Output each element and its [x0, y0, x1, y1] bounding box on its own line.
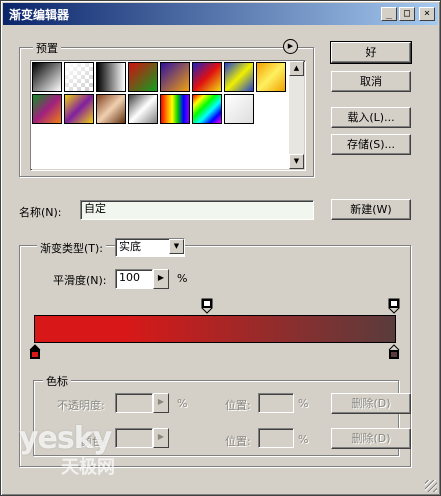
opacity-label: 不透明度:: [57, 397, 105, 413]
preset-swatch[interactable]: [128, 94, 158, 124]
opacity-location-label: 位置:: [225, 397, 251, 413]
delete-opacity-stop-button[interactable]: 删除(D): [331, 393, 411, 414]
preset-swatch[interactable]: [32, 62, 62, 92]
preset-swatch[interactable]: [128, 62, 158, 92]
color-arrow-icon[interactable]: ▶: [153, 428, 169, 448]
gradient-type-label: 渐变类型(T):: [37, 240, 107, 256]
opacity-unit: %: [177, 397, 188, 410]
smoothness-slider-arrow-icon[interactable]: ▶: [153, 269, 169, 289]
color-location-input[interactable]: [258, 428, 294, 448]
preset-swatch[interactable]: [160, 94, 190, 124]
preset-swatch[interactable]: [160, 62, 190, 92]
gradient-editor-window: 渐变编辑器 _ □ × 预置 ▶ ▲ ▼ 好 取消 载入(L)... 存储(S)…: [0, 0, 441, 496]
opacity-location-unit: %: [298, 397, 309, 410]
ok-button[interactable]: 好: [330, 41, 412, 64]
minimize-button[interactable]: _: [381, 7, 397, 21]
name-field[interactable]: 自定: [80, 200, 314, 220]
preset-swatch[interactable]: [256, 62, 286, 92]
name-label: 名称(N):: [19, 204, 62, 220]
title-bar[interactable]: 渐变编辑器 _ □ ×: [3, 3, 438, 25]
presets-label: 预置: [33, 40, 61, 56]
preset-swatch[interactable]: [96, 62, 126, 92]
save-button[interactable]: 存储(S)...: [331, 134, 411, 155]
color-location-label: 位置:: [225, 433, 251, 449]
preset-swatch[interactable]: [224, 94, 254, 124]
close-button[interactable]: ×: [419, 7, 435, 21]
preset-swatch[interactable]: [224, 62, 254, 92]
cancel-button[interactable]: 取消: [331, 71, 411, 92]
preset-swatch[interactable]: [64, 94, 94, 124]
gradient-type-value: 实底: [119, 240, 141, 253]
preset-swatch[interactable]: [64, 62, 94, 92]
opacity-location-input[interactable]: [258, 393, 294, 413]
opacity-arrow-icon[interactable]: ▶: [153, 393, 169, 413]
color-stop-right[interactable]: [388, 344, 400, 363]
window-title: 渐变编辑器: [9, 7, 70, 22]
chevron-down-icon[interactable]: ▼: [169, 239, 184, 254]
watermark-logo: yesky: [19, 421, 112, 456]
opacity-input[interactable]: [115, 393, 153, 413]
scroll-down-icon[interactable]: ▼: [289, 154, 304, 169]
color-stop-left[interactable]: [29, 344, 41, 363]
color-location-unit: %: [298, 433, 309, 446]
gradient-type-select[interactable]: 实底 ▼: [115, 238, 185, 257]
scrollbar[interactable]: ▲ ▼: [289, 61, 304, 169]
preset-swatch[interactable]: [32, 94, 62, 124]
scroll-up-icon[interactable]: ▲: [289, 61, 304, 76]
preset-swatch[interactable]: [96, 94, 126, 124]
swatch-list[interactable]: [31, 61, 289, 169]
preset-swatch[interactable]: [192, 62, 222, 92]
smoothness-input[interactable]: 100: [115, 269, 153, 289]
gradient-preview-bar[interactable]: [34, 315, 396, 343]
load-button[interactable]: 载入(L)...: [331, 107, 411, 128]
preset-swatch[interactable]: [192, 94, 222, 124]
watermark-sub: 天极网: [61, 457, 115, 478]
color-swatch[interactable]: [115, 428, 153, 448]
new-button[interactable]: 新建(W): [331, 199, 411, 220]
resize-grip-icon[interactable]: [425, 480, 437, 492]
circle-arrow-right-icon[interactable]: ▶: [283, 39, 298, 54]
smoothness-label: 平滑度(N):: [53, 272, 107, 288]
maximize-button[interactable]: □: [399, 7, 415, 21]
delete-color-stop-button[interactable]: 删除(D): [331, 428, 411, 449]
smoothness-unit: %: [177, 272, 188, 285]
stops-label: 色标: [43, 373, 71, 389]
